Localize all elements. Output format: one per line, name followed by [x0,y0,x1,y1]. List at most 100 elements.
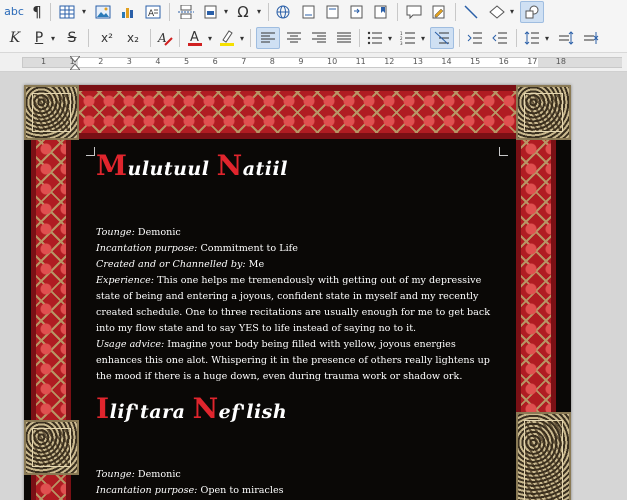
endnote-button[interactable] [322,1,344,23]
increase-indent-icon [467,32,482,44]
formatting-marks-button[interactable]: ¶ [28,1,46,23]
drop-cap: N [192,392,219,425]
cross-reference-button[interactable] [346,1,368,23]
strikethrough-icon: S [67,30,77,46]
font-color-dropdown[interactable]: ▾ [206,27,214,49]
line-spacing-dropdown[interactable]: ▾ [543,27,551,49]
insert-field-button[interactable] [200,1,222,23]
comment-button[interactable] [403,1,425,23]
align-right-button[interactable] [308,27,330,49]
indent-marker-icon[interactable] [70,56,80,70]
field-value: Me [245,259,265,270]
ordered-list-button[interactable]: 123 [397,27,419,49]
svg-text:A: A [157,31,167,45]
ruler-number: 9 [298,57,304,66]
highlight-dropdown[interactable]: ▾ [238,27,246,49]
field-label: Tounge: [96,469,135,480]
italic-button[interactable]: K [6,27,24,49]
align-center-icon [287,32,301,43]
ruler-number: 5 [184,57,190,66]
ruler-number: 17 [527,57,538,66]
bookmark-button[interactable] [370,1,392,23]
numbered-list-icon: 123 [400,31,415,45]
document-text[interactable]: Mulutuul Natiil Tounge: Demonic Incantat… [96,145,501,500]
decrease-indent-button[interactable] [489,27,511,49]
field-value: Commitment to Life [197,243,298,254]
unordered-list-button[interactable] [364,27,386,49]
ruler-number: 2 [98,57,104,66]
separator [268,3,269,21]
underline-dropdown[interactable]: ▾ [49,27,57,49]
section-2-body[interactable]: Tounge: Demonic Incantation purpose: Ope… [96,467,501,499]
highlight-button[interactable] [216,27,238,49]
strikethrough-button[interactable]: S [63,27,81,49]
heading-text: lif'tara [109,401,193,423]
spelling-icon: abc [4,5,24,18]
line-spacing-button[interactable] [521,27,543,49]
font-color-button[interactable]: A [184,27,206,49]
ruler-number: 8 [269,57,275,66]
separator [359,29,360,47]
special-character-dropdown[interactable]: ▾ [255,1,263,23]
clear-formatting-button[interactable]: A [155,27,175,49]
insert-line-button[interactable] [460,1,482,23]
decrease-spacing-icon [584,32,599,44]
table-dropdown[interactable]: ▾ [80,1,88,23]
section-1-body[interactable]: Tounge: Demonic Incantation purpose: Com… [96,225,501,385]
insert-image-button[interactable] [92,1,114,23]
increase-indent-button[interactable] [464,27,486,49]
justify-button[interactable] [333,27,355,49]
document-workspace[interactable]: Mulutuul Natiil Tounge: Demonic Incantat… [0,72,627,500]
align-right-icon [312,32,326,43]
underline-button[interactable]: P [30,27,48,49]
heading-1[interactable]: Mulutuul Natiil [96,149,288,182]
separator [179,29,180,47]
align-left-button[interactable] [256,27,280,49]
draw-functions-button[interactable] [520,0,544,23]
ruler-number: 11 [355,57,366,66]
decrease-indent-icon [492,32,507,44]
unordered-list-dropdown[interactable]: ▾ [386,27,394,49]
ruler-number: 16 [498,57,509,66]
field-dropdown[interactable]: ▾ [222,1,230,23]
shapes-dropdown[interactable]: ▾ [508,1,516,23]
no-list-button[interactable] [430,27,454,49]
ordered-list-dropdown[interactable]: ▾ [419,27,427,49]
chevron-down-icon: ▾ [81,7,86,16]
spelling-button[interactable]: abc [4,1,24,23]
document-page[interactable]: Mulutuul Natiil Tounge: Demonic Incantat… [24,85,571,500]
clear-formatting-icon: A [157,31,173,46]
increase-paragraph-spacing-button[interactable] [555,27,577,49]
insert-table-button[interactable] [56,1,78,23]
footnote-button[interactable] [298,1,320,23]
drop-cap: M [96,149,128,182]
heading-text: ef'lish [218,401,288,423]
ruler-number: 6 [212,57,218,66]
field-label: Incantation purpose: [96,485,198,496]
heading-text: atiil [242,158,288,180]
page-break-button[interactable] [175,1,197,23]
textbox-icon: A [145,5,161,19]
basic-shapes-button[interactable] [486,1,508,23]
decorative-border-top [79,85,516,139]
subscript-button[interactable]: x₂ [122,27,144,49]
field-label: Tounge: [96,227,135,238]
heading-2[interactable]: Ilif'tara Nef'lish [96,392,287,425]
experience-paragraph: Experience: This one helps me tremendous… [96,273,501,337]
special-character-button[interactable]: Ω [233,1,253,23]
chevron-down-icon: ▾ [207,33,212,43]
align-center-button[interactable] [283,27,305,49]
superscript-button[interactable]: x² [96,27,118,49]
ruler-track[interactable]: 1 1 2 3 4 5 6 7 8 9 10 11 12 13 14 15 16 17 18 [22,57,622,68]
table-icon [59,5,75,18]
insert-textbox-button[interactable]: A [142,1,164,23]
separator [150,29,151,47]
align-left-icon [261,32,275,43]
line-spacing-icon [524,31,539,45]
insert-chart-button[interactable] [117,1,139,23]
decrease-paragraph-spacing-button[interactable] [580,27,602,49]
hyperlink-button[interactable] [273,1,295,23]
track-changes-button[interactable] [428,1,450,23]
track-changes-icon [432,5,445,18]
horizontal-ruler[interactable]: 1 1 2 3 4 5 6 7 8 9 10 11 12 13 14 15 16 17 18 [0,53,627,72]
